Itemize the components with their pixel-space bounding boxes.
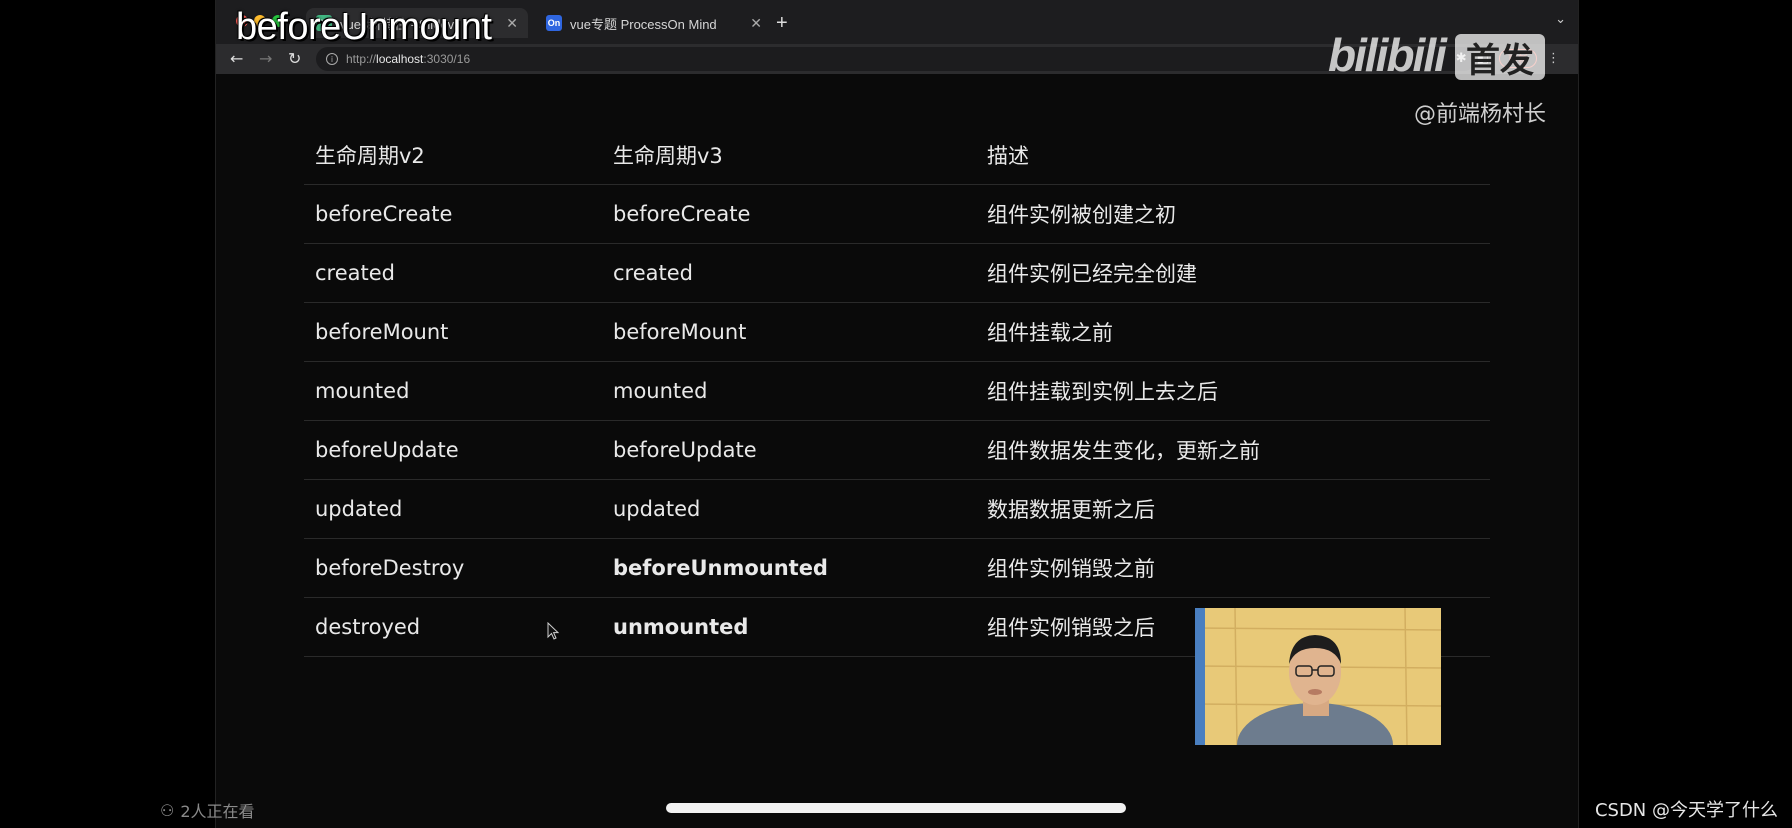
people-icon: ⚇ bbox=[160, 800, 175, 820]
cell-v3: beforeCreate bbox=[602, 184, 976, 244]
cell-v2: mounted bbox=[304, 361, 602, 421]
cell-v2: beforeCreate bbox=[304, 184, 602, 244]
table-row: beforeDestroy beforeUnmounted 组件实例销毁之前 bbox=[304, 538, 1490, 598]
uploader-handle: @前端杨村长 bbox=[1414, 102, 1547, 127]
playback-progress-bar[interactable] bbox=[666, 803, 1126, 813]
close-icon[interactable]: ✕ bbox=[506, 15, 518, 32]
column-header: 生命周期v3 bbox=[602, 126, 976, 185]
cell-v3: beforeUnmounted bbox=[602, 538, 976, 598]
table-row: updated updated 数据数据更新之后 bbox=[304, 479, 1490, 539]
mouse-cursor-icon bbox=[547, 622, 560, 640]
cell-v2: beforeUpdate bbox=[304, 420, 602, 480]
table-row: mounted mounted 组件挂载到实例上去之后 bbox=[304, 361, 1490, 421]
more-vert-icon[interactable]: ⋮ bbox=[1547, 51, 1560, 66]
address-bar[interactable]: i http://localhost:3030/16 bbox=[316, 47, 1476, 71]
webcam-presenter-image bbox=[1195, 608, 1441, 745]
cell-v2: beforeDestroy bbox=[304, 538, 602, 598]
table-header-row: 生命周期v2 生命周期v3 描述 bbox=[304, 126, 1490, 185]
tab-label: vue专题 ProcessOn Mind bbox=[570, 16, 717, 32]
info-icon[interactable]: i bbox=[326, 53, 338, 65]
chevron-down-icon[interactable]: ⌄ bbox=[1555, 12, 1566, 27]
cell-v2: updated bbox=[304, 479, 602, 539]
table-row: beforeCreate beforeCreate 组件实例被创建之初 bbox=[304, 184, 1490, 244]
video-frame: V vue3新特性 - Slidev ✕ On vue专题 ProcessOn … bbox=[0, 0, 1792, 828]
table-row: created created 组件实例已经完全创建 bbox=[304, 243, 1490, 303]
processon-icon: On bbox=[546, 15, 562, 31]
cell-desc: 组件实例已经完全创建 bbox=[976, 243, 1490, 303]
table-row: beforeUpdate beforeUpdate 组件数据发生变化，更新之前 bbox=[304, 420, 1490, 480]
cell-v2: beforeMount bbox=[304, 302, 602, 362]
cell-v3: created bbox=[602, 243, 976, 303]
video-title: beforeUnmount bbox=[236, 6, 492, 48]
cell-desc: 组件数据发生变化，更新之前 bbox=[976, 420, 1490, 480]
cell-desc: 组件挂载到实例上去之后 bbox=[976, 361, 1490, 421]
tab-processon[interactable]: On vue专题 ProcessOn Mind ✕ bbox=[536, 8, 772, 38]
csdn-watermark: CSDN @今天学了什么 bbox=[1594, 800, 1778, 821]
cell-v2: created bbox=[304, 243, 602, 303]
url-text: http://localhost:3030/16 bbox=[346, 52, 471, 66]
close-icon[interactable]: ✕ bbox=[750, 15, 762, 32]
cell-v3: unmounted bbox=[602, 597, 976, 657]
column-header: 生命周期v2 bbox=[304, 126, 602, 185]
cell-v3: beforeUpdate bbox=[602, 420, 976, 480]
cell-v3: updated bbox=[602, 479, 976, 539]
bilibili-logo: bilibili bbox=[1328, 29, 1447, 81]
cell-desc: 组件挂载之前 bbox=[976, 302, 1490, 362]
new-tab-icon[interactable]: + bbox=[776, 12, 788, 35]
cell-v3: beforeMount bbox=[602, 302, 976, 362]
cell-desc: 组件实例销毁之前 bbox=[976, 538, 1490, 598]
premiere-badge: 首发 bbox=[1455, 34, 1545, 81]
column-header: 描述 bbox=[976, 126, 1490, 185]
back-arrow-icon[interactable]: ← bbox=[230, 49, 243, 68]
cell-desc: 组件实例被创建之初 bbox=[976, 184, 1490, 244]
forward-arrow-icon[interactable]: → bbox=[259, 49, 272, 68]
reload-icon[interactable]: ↻ bbox=[288, 49, 301, 68]
cell-v3: mounted bbox=[602, 361, 976, 421]
cell-desc: 数据数据更新之后 bbox=[976, 479, 1490, 539]
table-row: beforeMount beforeMount 组件挂载之前 bbox=[304, 302, 1490, 362]
lifecycle-table: 生命周期v2 生命周期v3 描述 beforeCreate beforeCrea… bbox=[304, 126, 1490, 657]
viewer-count-text: 2人正在看 bbox=[180, 802, 255, 821]
viewer-count: ⚇ 2人正在看 bbox=[160, 798, 255, 822]
